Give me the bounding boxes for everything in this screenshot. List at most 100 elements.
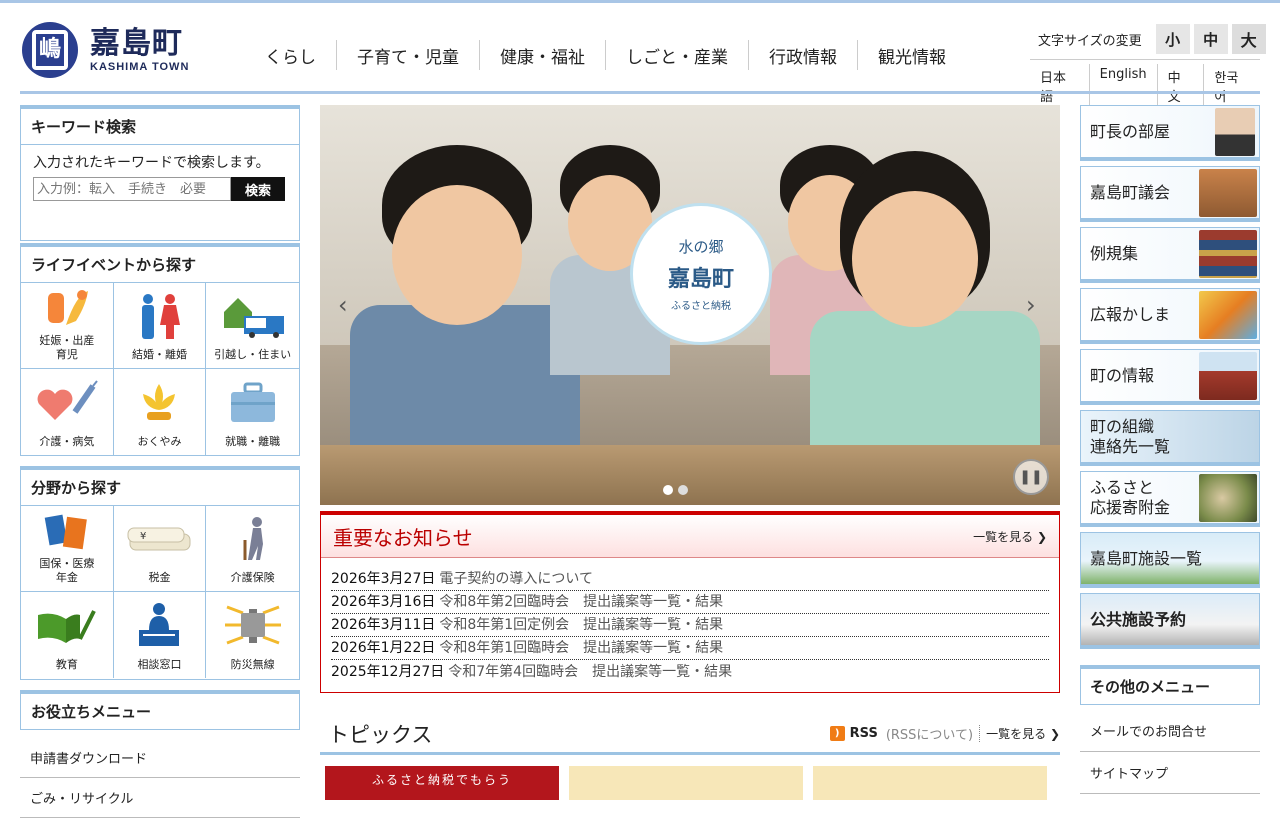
other-menu-list: メールでのお問合せ サイトマップ bbox=[1080, 710, 1260, 794]
slider-dots bbox=[663, 485, 693, 495]
keyword-search-desc: 入力されたキーワードで検索します。 bbox=[33, 155, 270, 171]
notice-item[interactable]: 2026年3月16日 令和8年第2回臨時会 提出議案等一覧・結果 bbox=[331, 591, 1049, 614]
field-item-disaster-radio[interactable]: 防災無線 bbox=[206, 592, 299, 678]
field-item-consultation[interactable]: 相談窓口 bbox=[114, 592, 207, 678]
notice-item[interactable]: 2026年3月27日 電子契約の導入について bbox=[331, 568, 1049, 591]
text-size-large-button[interactable]: 大 bbox=[1231, 24, 1266, 54]
counter-icon bbox=[135, 592, 183, 658]
life-item-moving[interactable]: 引越し・住まい bbox=[206, 283, 299, 369]
banner-furusato[interactable]: ふるさと 応援寄附金 bbox=[1080, 471, 1260, 527]
rss-link[interactable]: ) RSS bbox=[829, 726, 878, 741]
language-switcher: 日本語 English 中文 한국어 bbox=[1030, 59, 1260, 108]
baby-bottle-icon bbox=[42, 283, 92, 334]
search-input[interactable] bbox=[33, 177, 231, 201]
notice-item[interactable]: 2026年1月22日 令和8年第1回臨時会 提出議案等一覧・結果 bbox=[331, 637, 1049, 660]
banner-facility-reservation[interactable]: 公共施設予約 bbox=[1080, 593, 1260, 649]
useful-menu-title: お役立ちメニュー bbox=[31, 702, 152, 721]
gnav-gyosei[interactable]: 行政情報 bbox=[748, 40, 857, 70]
topic-thumb[interactable] bbox=[569, 766, 803, 800]
top-accent-bar bbox=[0, 0, 1280, 3]
topics-more-link[interactable]: 一覧を見る ❯ bbox=[979, 725, 1060, 742]
topics-title: トピックス bbox=[328, 722, 433, 747]
life-item-label: 結婚・離婚 bbox=[131, 348, 187, 361]
banner-town-info[interactable]: 町の情報 bbox=[1080, 349, 1260, 405]
banner-organization[interactable]: 町の組織 連絡先一覧 bbox=[1080, 410, 1260, 466]
slider-dot[interactable] bbox=[678, 485, 688, 495]
useful-link-garbage[interactable]: ごみ・リサイクル bbox=[20, 778, 300, 818]
notice-more-link[interactable]: 一覧を見る ❯ bbox=[973, 528, 1047, 545]
notice-list: 2026年3月27日 電子契約の導入について 2026年3月16日 令和8年第2回臨… bbox=[321, 558, 1059, 683]
topic-thumb[interactable]: ふるさと納税でもらう bbox=[325, 766, 559, 800]
lang-english[interactable]: English bbox=[1088, 64, 1157, 108]
global-nav: くらし 子育て・児童 健康・福祉 しごと・産業 行政情報 観光情報 bbox=[245, 40, 966, 70]
text-size-small-button[interactable]: 小 bbox=[1155, 24, 1190, 54]
gnav-shigoto[interactable]: しごと・産業 bbox=[605, 40, 748, 70]
lang-chinese[interactable]: 中文 bbox=[1156, 64, 1204, 108]
life-item-label: おくやみ bbox=[137, 435, 182, 448]
topics-header: トピックス ) RSS (RSSについて) 一覧を見る ❯ bbox=[320, 715, 1060, 755]
field-item-care-insurance[interactable]: 介護保険 bbox=[206, 506, 299, 592]
useful-link-forms[interactable]: 申請書ダウンロード bbox=[20, 738, 300, 778]
field-item-label: 国保・医療 年金 bbox=[39, 557, 95, 584]
topic-thumb[interactable] bbox=[813, 766, 1047, 800]
banner-facilities[interactable]: 嘉島町施設一覧 bbox=[1080, 532, 1260, 588]
tax-icon: ¥ bbox=[126, 506, 192, 571]
site-logo[interactable]: 嶋 嘉島町 KASHIMA TOWN bbox=[22, 22, 189, 78]
other-link-mail[interactable]: メールでのお問合せ bbox=[1080, 710, 1260, 752]
heart-syringe-icon bbox=[35, 369, 99, 435]
field-item-tax[interactable]: ¥ 税金 bbox=[113, 506, 207, 592]
slider-prev-icon[interactable]: ‹ bbox=[338, 291, 348, 319]
svg-text:¥: ¥ bbox=[140, 531, 146, 542]
lang-japanese[interactable]: 日本語 bbox=[1030, 64, 1089, 108]
town-emblem-icon: 嶋 bbox=[22, 22, 78, 78]
gnav-kurashi[interactable]: くらし bbox=[245, 40, 336, 70]
notice-item[interactable]: 2026年3月11日 令和8年第1回定例会 提出議案等一覧・結果 bbox=[331, 614, 1049, 637]
gnav-kanko[interactable]: 観光情報 bbox=[857, 40, 966, 70]
useful-menu-box: お役立ちメニュー bbox=[20, 690, 300, 730]
site-name-en: KASHIMA TOWN bbox=[90, 61, 190, 73]
field-item-label: 防災無線 bbox=[230, 658, 275, 671]
text-size-medium-button[interactable]: 中 bbox=[1193, 24, 1228, 54]
hero-slider: 水の郷 嘉島町 ふるさと納税 ‹ › ❚❚ bbox=[320, 105, 1060, 505]
field-item-education[interactable]: 教育 bbox=[21, 592, 114, 678]
other-menu-title: その他のメニュー bbox=[1080, 665, 1260, 705]
house-truck-icon bbox=[222, 283, 284, 348]
banner-regulations[interactable]: 例規集 bbox=[1080, 227, 1260, 283]
life-item-condolence[interactable]: おくやみ bbox=[114, 369, 207, 455]
book-pen-icon bbox=[36, 592, 98, 658]
field-item-insurance[interactable]: 国保・医療 年金 bbox=[21, 506, 114, 592]
life-item-pregnancy[interactable]: 妊娠・出産 育児 bbox=[21, 283, 114, 369]
life-item-marriage[interactable]: 結婚・離婚 bbox=[113, 283, 207, 369]
life-item-employment[interactable]: 就職・離職 bbox=[206, 369, 299, 455]
life-item-label: 就職・離職 bbox=[225, 435, 281, 448]
life-item-care[interactable]: 介護・病気 bbox=[21, 369, 114, 455]
field-item-label: 教育 bbox=[55, 658, 78, 671]
keyword-search-title: キーワード検索 bbox=[21, 109, 299, 145]
lang-korean[interactable]: 한국어 bbox=[1203, 64, 1260, 108]
useful-menu-list: 申請書ダウンロード ごみ・リサイクル bbox=[20, 738, 300, 818]
lotus-icon bbox=[137, 369, 181, 435]
field-item-label: 介護保険 bbox=[230, 571, 275, 584]
life-event-title: ライフイベントから探す bbox=[21, 247, 299, 283]
notice-item[interactable]: 2025年12月27日 令和7年第4回臨時会 提出議案等一覧・結果 bbox=[331, 660, 1049, 683]
header-divider bbox=[20, 91, 1260, 94]
life-event-box: ライフイベントから探す 妊娠・出産 育児 結婚・離婚 引越し・住まい 介護・病気… bbox=[20, 243, 300, 456]
slider-pause-icon[interactable]: ❚❚ bbox=[1013, 459, 1049, 495]
important-notice-box: 重要なお知らせ 一覧を見る ❯ 2026年3月27日 電子契約の導入について 20… bbox=[320, 511, 1060, 693]
banner-koho[interactable]: 広報かしま bbox=[1080, 288, 1260, 344]
rss-about-link[interactable]: (RSSについて) bbox=[886, 724, 973, 743]
banner-assembly[interactable]: 嘉島町議会 bbox=[1080, 166, 1260, 222]
text-size-switcher: 文字サイズの変更 小 中 大 bbox=[1038, 24, 1266, 54]
notice-title: 重要なお知らせ bbox=[333, 525, 473, 550]
pension-book-icon bbox=[43, 506, 91, 557]
keyword-search-box: キーワード検索 入力されたキーワードで検索します。 検索 bbox=[20, 105, 300, 241]
gnav-kosodate[interactable]: 子育て・児童 bbox=[336, 40, 479, 70]
slider-next-icon[interactable]: › bbox=[1026, 291, 1036, 319]
slider-dot[interactable] bbox=[663, 485, 673, 495]
other-link-sitemap[interactable]: サイトマップ bbox=[1080, 752, 1260, 794]
furusato-nozei-badge[interactable]: 水の郷 嘉島町 ふるさと納税 bbox=[630, 203, 772, 345]
gnav-kenko[interactable]: 健康・福祉 bbox=[479, 40, 605, 70]
banner-mayor[interactable]: 町長の部屋 bbox=[1080, 105, 1260, 161]
field-item-label: 税金 bbox=[148, 571, 171, 584]
search-button[interactable]: 検索 bbox=[231, 177, 285, 201]
